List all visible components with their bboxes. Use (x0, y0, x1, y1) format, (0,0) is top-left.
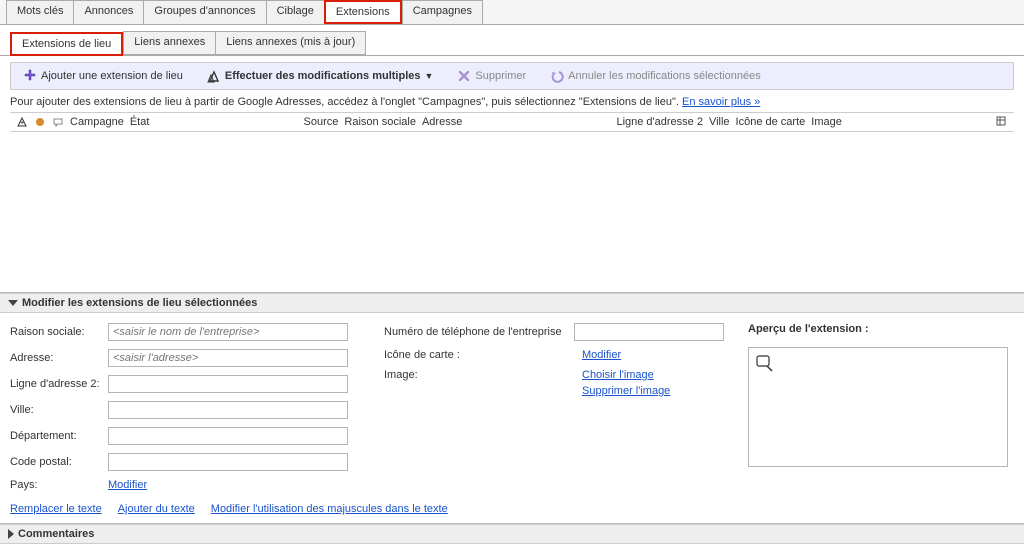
tab-ciblage[interactable]: Ciblage (266, 0, 324, 24)
preview-box (748, 347, 1008, 467)
subtab-liens-annexes[interactable]: Liens annexes (123, 31, 215, 55)
subtab-liens-annexes-maj[interactable]: Liens annexes (mis à jour) (215, 31, 366, 55)
main-tabs: Mots clés Annonces Groupes d'annonces Ci… (0, 0, 1024, 25)
label-raison: Raison sociale: (10, 326, 100, 338)
delta-col-icon: + (16, 116, 28, 128)
add-extension-button[interactable]: Ajouter une extension de lieu (19, 67, 187, 85)
hint-text: Pour ajouter des extensions de lieu à pa… (0, 90, 1024, 112)
tab-groupes[interactable]: Groupes d'annonces (143, 0, 265, 24)
subtab-extensions-lieu[interactable]: Extensions de lieu (10, 32, 123, 56)
comments-panel-header[interactable]: Commentaires (0, 524, 1024, 544)
toolbar: Ajouter une extension de lieu Effectuer … (10, 62, 1014, 90)
magnifier-icon (755, 365, 775, 377)
multi-edit-button[interactable]: Effectuer des modifications multiples▼ (203, 67, 438, 85)
undo-button[interactable]: Annuler les modifications sélectionnées (546, 67, 765, 85)
col-campagne[interactable]: Campagne (70, 116, 124, 128)
delete-label: Supprimer (475, 70, 526, 82)
bubble-col-icon (52, 116, 64, 128)
preview-title: Aperçu de l'extension : (748, 323, 1014, 335)
link-pays-modifier[interactable]: Modifier (108, 479, 147, 491)
input-ville[interactable] (108, 401, 348, 419)
input-code-postal[interactable] (108, 453, 348, 471)
tab-annonces[interactable]: Annonces (73, 0, 143, 24)
sub-tabs: Extensions de lieu Liens annexes Liens a… (0, 25, 1024, 56)
input-departement[interactable] (108, 427, 348, 445)
label-phone: Numéro de téléphone de l'entreprise (384, 326, 566, 338)
edit-panel-title: Modifier les extensions de lieu sélectio… (22, 297, 257, 309)
label-ville: Ville: (10, 404, 100, 416)
status-col-icon (34, 116, 46, 128)
comments-panel: Commentaires (0, 523, 1024, 544)
label-pays: Pays: (10, 479, 100, 491)
tab-campagnes[interactable]: Campagnes (402, 0, 483, 24)
label-code-postal: Code postal: (10, 456, 100, 468)
svg-text:+: + (20, 120, 24, 127)
label-departement: Département: (10, 430, 100, 442)
label-ligne2: Ligne d'adresse 2: (10, 378, 100, 390)
add-extension-label: Ajouter une extension de lieu (41, 70, 183, 82)
undo-icon (550, 69, 564, 83)
col-image[interactable]: Image (811, 116, 842, 128)
link-icone-modifier[interactable]: Modifier (582, 349, 621, 361)
link-modifier-majuscules[interactable]: Modifier l'utilisation des majuscules da… (211, 503, 448, 515)
col-source[interactable]: Source (304, 116, 339, 128)
col-adresse[interactable]: Adresse (422, 116, 462, 128)
col-icone-carte[interactable]: Icône de carte (736, 116, 806, 128)
expand-icon (8, 529, 14, 539)
col-raison[interactable]: Raison sociale (344, 116, 416, 128)
multi-edit-label: Effectuer des modifications multiples (225, 70, 421, 82)
column-settings-icon[interactable] (996, 116, 1008, 128)
link-remplacer-texte[interactable]: Remplacer le texte (10, 503, 102, 515)
edit-panel-body: Raison sociale: Adresse: Ligne d'adresse… (0, 313, 1024, 499)
input-phone[interactable] (574, 323, 724, 341)
link-ajouter-texte[interactable]: Ajouter du texte (118, 503, 195, 515)
hint-link[interactable]: En savoir plus » (682, 96, 760, 108)
label-icone-carte: Icône de carte : (384, 349, 574, 361)
table-header: + Campagne État Source Raison sociale Ad… (10, 112, 1014, 132)
link-choisir-image[interactable]: Choisir l'image (582, 369, 670, 381)
comments-title: Commentaires (18, 528, 94, 540)
plus-icon (23, 69, 37, 83)
edit-panel-header[interactable]: Modifier les extensions de lieu sélectio… (0, 293, 1024, 313)
edit-panel-footer-links: Remplacer le texte Ajouter du texte Modi… (0, 499, 1024, 523)
delta-icon (207, 69, 221, 83)
input-ligne2[interactable] (108, 375, 348, 393)
label-image: Image: (384, 369, 574, 381)
input-adresse[interactable] (108, 349, 348, 367)
col-etat[interactable]: État (130, 116, 150, 128)
dropdown-caret-icon: ▼ (424, 71, 433, 81)
x-icon (457, 69, 471, 83)
table-body (10, 132, 1014, 292)
col-ville[interactable]: Ville (709, 116, 730, 128)
delete-button[interactable]: Supprimer (453, 67, 530, 85)
label-adresse: Adresse: (10, 352, 100, 364)
collapse-icon (8, 300, 18, 306)
edit-panel: Modifier les extensions de lieu sélectio… (0, 292, 1024, 523)
undo-label: Annuler les modifications sélectionnées (568, 70, 761, 82)
col-ligne2[interactable]: Ligne d'adresse 2 (616, 116, 703, 128)
link-supprimer-image[interactable]: Supprimer l'image (582, 385, 670, 397)
input-raison[interactable] (108, 323, 348, 341)
tab-extensions[interactable]: Extensions (324, 0, 402, 24)
hint-body: Pour ajouter des extensions de lieu à pa… (10, 96, 682, 108)
tab-mots-cles[interactable]: Mots clés (6, 0, 73, 24)
